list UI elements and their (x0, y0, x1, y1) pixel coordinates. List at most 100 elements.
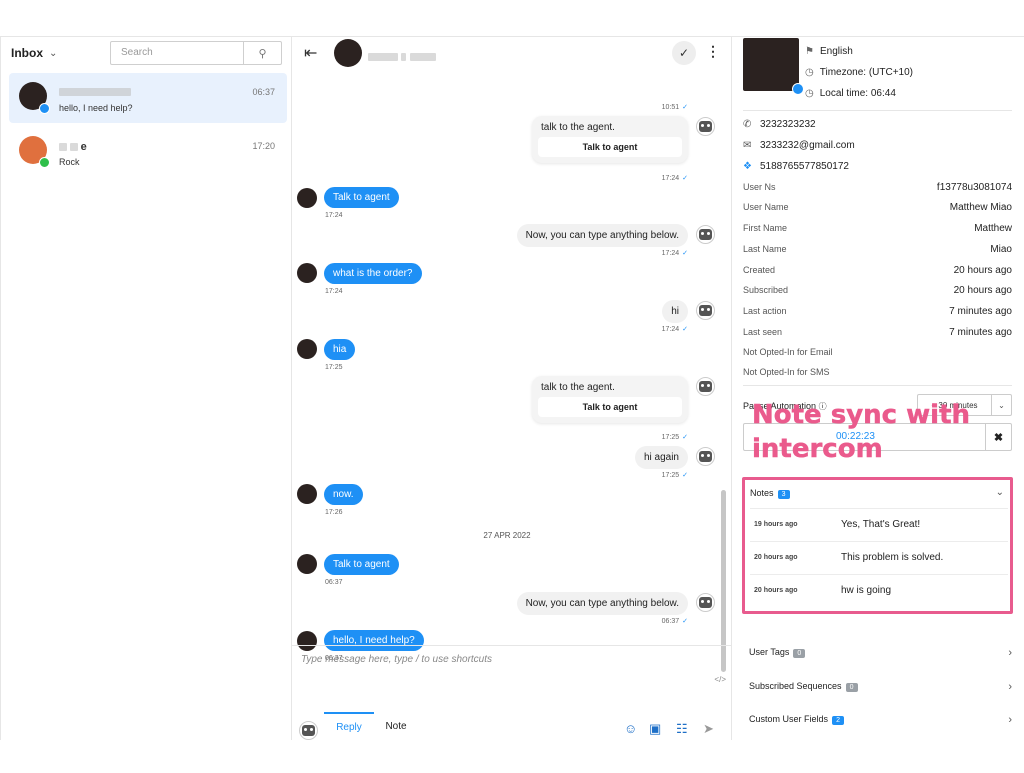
message-time: 17:25 ✓ (661, 434, 688, 441)
resolve-check-icon[interactable]: ✓ (672, 41, 696, 65)
search-icon[interactable]: ⚲ (243, 42, 281, 64)
conversation-time: 06:37 (252, 87, 275, 97)
bot-message: hi (662, 300, 688, 323)
notes-header[interactable]: Notes 3 (750, 488, 790, 499)
chevron-right-icon: › (1008, 681, 1012, 693)
user-tags-section[interactable]: User Tags 0 › (749, 647, 1012, 667)
chevron-down-icon[interactable]: ⌄ (991, 395, 1011, 415)
subscribed-sequences-section[interactable]: Subscribed Sequences 0 › (749, 681, 1012, 701)
conversation-item[interactable]: hello, I need help? 06:37 (9, 73, 287, 123)
bot-avatar (696, 225, 715, 244)
search-box: Search ⚲ (110, 41, 282, 65)
tab-note[interactable]: Note (378, 712, 414, 741)
notes-section: Notes 3 ⌄ 19 hours ago Yes, That's Great! … (742, 477, 1013, 614)
clock-icon: ◷ (805, 88, 814, 99)
flow-icon[interactable]: ☷ (676, 721, 688, 737)
bot-message: Now, you can type anything below. (516, 224, 688, 247)
emoji-icon[interactable]: ☺ (624, 721, 637, 736)
attribute-row: First Name Matthew (743, 223, 1012, 234)
user-avatar (297, 484, 317, 504)
timezone-row: ◷ Timezone: (UTC+10) (805, 67, 914, 78)
inbox-title[interactable]: Inbox (11, 46, 43, 60)
composer: Type message here, type / to use shortcu… (292, 645, 732, 740)
email-row: ✉ 3233232@gmail.com (743, 140, 855, 151)
inbox-panel: Inbox ⌄ Search ⚲ hello, I need help? 06:… (0, 37, 292, 740)
bot-avatar (696, 117, 715, 136)
message-text: talk to the agent. (541, 122, 615, 133)
annotation-callout: Note sync with intercom (752, 400, 971, 465)
user-message: now. (324, 484, 363, 505)
chevron-down-icon[interactable]: ⌄ (49, 48, 57, 59)
chevron-right-icon: › (1008, 647, 1012, 659)
talk-to-agent-button[interactable]: Talk to agent (538, 137, 682, 157)
inbox-header: Inbox ⌄ Search ⚲ (1, 37, 291, 69)
custom-user-fields-section[interactable]: Custom User Fields 2 › (749, 714, 1012, 734)
image-icon[interactable]: ▣ (649, 721, 661, 737)
conversation-time: 17:20 (252, 141, 275, 151)
chat-panel: ⇤ ✓ ⋮ 10:51 ✓ talk to the agent. Talk to … (292, 37, 732, 740)
message-time: 06:37 (325, 579, 343, 586)
attribute-row: Subscribed 20 hours ago (743, 285, 1012, 296)
chevron-down-icon[interactable]: ⌄ (996, 487, 1004, 498)
clock-icon: ◷ (805, 67, 814, 78)
date-separator: 27 APR 2022 (483, 531, 531, 540)
contact-avatar (334, 39, 362, 67)
attribute-row: Last seen 7 minutes ago (743, 327, 1012, 338)
user-avatar (297, 188, 317, 208)
talk-to-agent-button[interactable]: Talk to agent (538, 397, 682, 417)
bot-avatar (696, 447, 715, 466)
message-input[interactable]: Type message here, type / to use shortcu… (301, 654, 492, 665)
phone-row: ✆ 3232323232 (743, 119, 816, 130)
divider (743, 385, 1012, 386)
messenger-icon (792, 83, 804, 95)
messenger-icon (39, 103, 50, 114)
message-time: 17:24 ✓ (661, 250, 688, 257)
messenger-icon: ❖ (743, 161, 752, 172)
line-icon (39, 157, 50, 168)
note-item[interactable]: 19 hours ago Yes, That's Great! (750, 508, 1008, 541)
user-message: what is the order? (324, 263, 422, 284)
email-icon: ✉ (743, 140, 752, 151)
more-options-icon[interactable]: ⋮ (706, 43, 720, 60)
message-time: 17:24 ✓ (661, 326, 688, 333)
bot-message: Now, you can type anything below. (516, 592, 688, 615)
message-text: talk to the agent. (541, 382, 615, 393)
search-input[interactable]: Search (111, 42, 243, 64)
conversation-name: e (59, 141, 87, 153)
bot-message-card: talk to the agent. Talk to agent (532, 376, 688, 423)
message-time: 17:26 (325, 509, 343, 516)
attribute-row: Not Opted-In for SMS (743, 367, 830, 377)
flag-icon: ⚑ (805, 46, 814, 57)
message-time: 17:24 (325, 212, 343, 219)
tab-reply[interactable]: Reply (324, 712, 374, 741)
notes-count-badge: 3 (777, 490, 790, 499)
user-message: Talk to agent (324, 187, 399, 208)
code-toggle-icon[interactable]: </> (714, 675, 726, 684)
close-icon[interactable]: ✖ (985, 424, 1011, 450)
divider (743, 110, 1012, 111)
attribute-row: User Name Matthew Miao (743, 202, 1012, 213)
collapse-sidebar-icon[interactable]: ⇤ (304, 43, 317, 63)
local-time-row: ◷ Local time: 06:44 (805, 88, 896, 99)
language-row: ⚑ English (805, 46, 853, 57)
attribute-row: Not Opted-In for Email (743, 347, 833, 357)
contact-name (368, 49, 436, 63)
bot-avatar (696, 301, 715, 320)
note-item[interactable]: 20 hours ago This problem is solved. (750, 541, 1008, 574)
user-avatar (297, 554, 317, 574)
message-time: 17:25 ✓ (661, 472, 688, 479)
app-window: Inbox ⌄ Search ⚲ hello, I need help? 06:… (0, 36, 1024, 740)
conversation-preview: hello, I need help? (59, 103, 133, 113)
message-time: 17:24 ✓ (661, 175, 688, 182)
user-message: hia (324, 339, 356, 360)
conversation-preview: Rock (59, 157, 80, 167)
bot-avatar (696, 593, 715, 612)
details-panel: ⚑ English ◷ Timezone: (UTC+10) ◷ Local time… (732, 37, 1024, 740)
attribute-row: User Ns f13778u3081074 (743, 182, 1012, 193)
message-time: 17:24 (325, 288, 343, 295)
conversation-item[interactable]: e Rock 17:20 (9, 127, 287, 177)
note-item[interactable]: 20 hours ago hw is going (750, 574, 1008, 607)
user-avatar (297, 263, 317, 283)
chat-header: ⇤ ✓ ⋮ (292, 37, 732, 69)
send-icon[interactable]: ➤ (703, 721, 714, 737)
